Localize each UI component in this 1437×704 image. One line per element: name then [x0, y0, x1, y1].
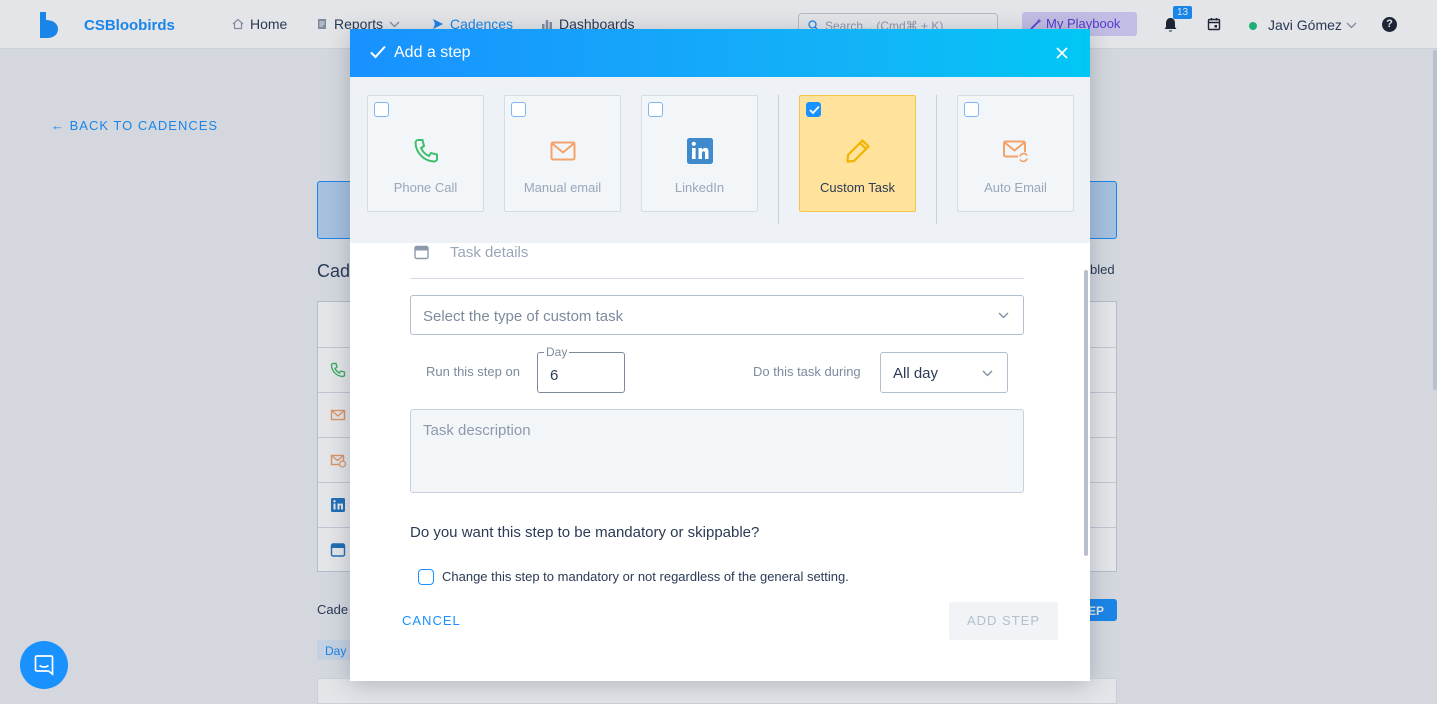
step-type-label: LinkedIn — [674, 180, 725, 195]
step-type-checkbox[interactable] — [374, 102, 389, 117]
checkmark-icon — [809, 105, 820, 115]
modal-title: Add a step — [394, 44, 471, 61]
task-icon — [414, 245, 429, 260]
step-type-label: Manual email — [523, 180, 602, 195]
phone-icon — [414, 139, 438, 163]
page-scrollbar[interactable] — [1433, 50, 1437, 390]
mandatory-checkbox-label[interactable]: Change this step to mandatory or not reg… — [442, 569, 849, 584]
linkedin-icon — [687, 138, 713, 164]
step-type-label: Phone Call — [393, 180, 458, 195]
section-title: Task details — [450, 244, 529, 261]
day-field[interactable]: Day — [537, 345, 625, 393]
step-type-checkbox[interactable] — [648, 102, 663, 117]
mandatory-question: Do you want this step to be mandatory or… — [410, 524, 760, 541]
task-description-input[interactable] — [410, 409, 1024, 493]
task-details-header: Task details — [410, 243, 1024, 279]
close-icon[interactable] — [1055, 46, 1069, 60]
modal-scrollbar[interactable] — [1084, 270, 1088, 556]
task-during-label: Do this task during — [753, 364, 861, 379]
chat-launcher-button[interactable] — [20, 641, 68, 689]
step-type-auto-email[interactable]: Auto Email — [957, 95, 1074, 212]
run-step-label: Run this step on — [426, 364, 520, 379]
custom-task-type-select[interactable]: Select the type of custom task — [410, 295, 1024, 335]
step-type-checkbox[interactable] — [964, 102, 979, 117]
task-during-select[interactable]: All day — [880, 352, 1008, 393]
email-icon — [550, 141, 576, 161]
step-type-checkbox[interactable] — [806, 102, 821, 117]
auto-email-icon — [1003, 140, 1029, 163]
step-type-checkbox[interactable] — [511, 102, 526, 117]
chevron-down-icon — [998, 312, 1009, 319]
cancel-button[interactable]: CANCEL — [402, 613, 461, 628]
pencil-icon — [846, 139, 870, 163]
modal-header: Add a step — [350, 29, 1090, 77]
custom-task-type-placeholder: Select the type of custom task — [423, 308, 624, 325]
step-type-custom-task[interactable]: Custom Task — [799, 95, 916, 212]
chevron-down-icon — [982, 370, 993, 377]
step-type-linkedin[interactable]: LinkedIn — [641, 95, 758, 212]
mandatory-checkbox[interactable] — [418, 569, 434, 585]
divider — [778, 95, 779, 224]
step-type-label: Custom Task — [820, 180, 895, 195]
step-type-manual-email[interactable]: Manual email — [504, 95, 621, 212]
add-step-modal: Add a step Phone Call Manual email Linke… — [350, 29, 1090, 681]
step-type-label: Auto Email — [984, 180, 1047, 195]
chat-icon — [34, 655, 54, 676]
divider — [936, 95, 937, 224]
day-field-label: Day — [544, 345, 570, 359]
step-type-selector: Phone Call Manual email LinkedIn Custom … — [350, 77, 1090, 243]
add-step-button[interactable]: ADD STEP — [949, 602, 1058, 640]
step-type-phone-call[interactable]: Phone Call — [367, 95, 484, 212]
task-during-value: All day — [893, 365, 939, 382]
check-icon — [370, 45, 386, 59]
